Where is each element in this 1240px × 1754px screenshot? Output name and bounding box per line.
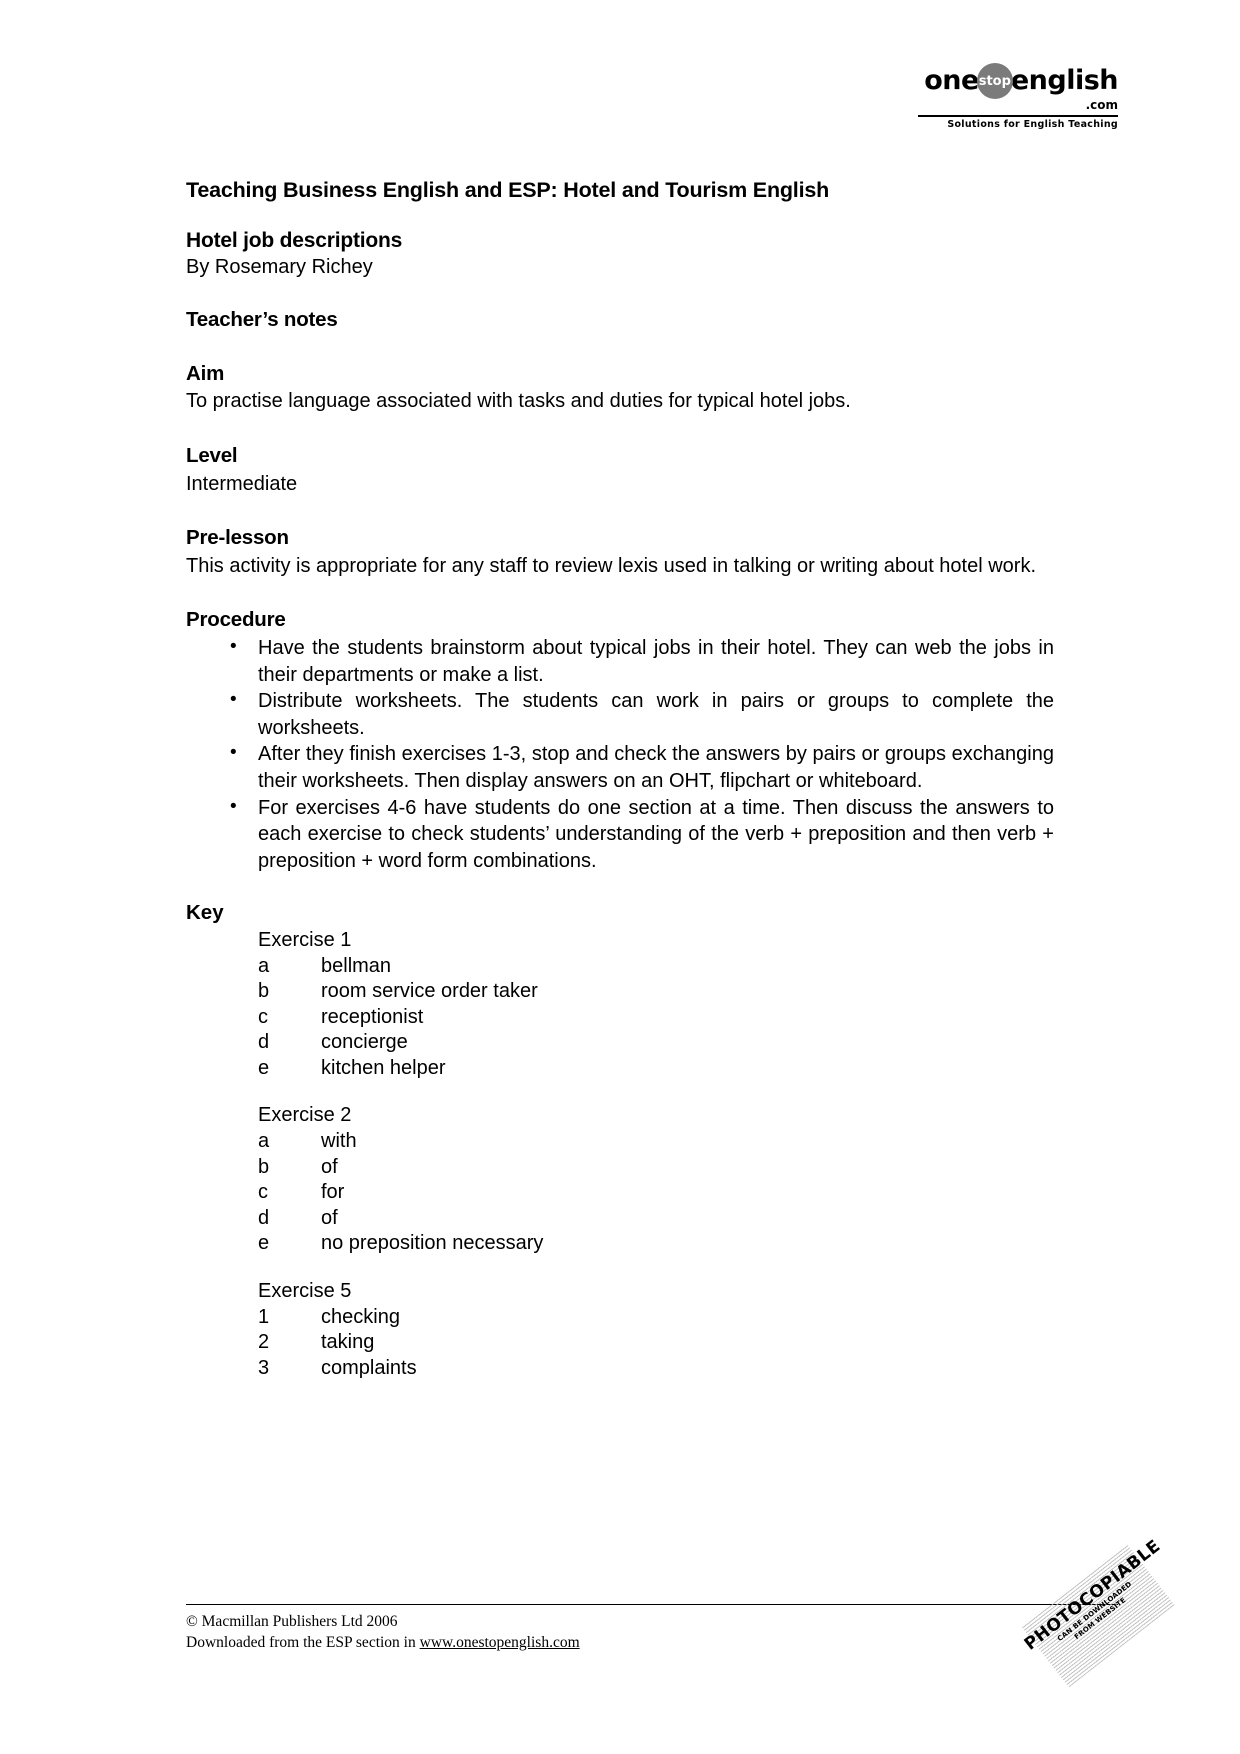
answer-text: checking (321, 1305, 400, 1328)
teachers-notes-heading: Teacher’s notes (186, 308, 338, 332)
aim-heading: Aim (186, 361, 225, 385)
aim-text: To practise language associated with tas… (186, 390, 851, 413)
answer-row: c for (258, 1180, 1054, 1206)
answer-label: e (258, 1232, 270, 1255)
logo-wordmark: one stop english (918, 62, 1119, 99)
key-heading: Key (186, 901, 224, 925)
answer-text: room service order taker (321, 980, 538, 1003)
list-item: Distribute worksheets. The students can … (186, 687, 1054, 741)
answer-text: kitchen helper (321, 1056, 446, 1079)
list-item: After they finish exercises 1-3, stop an… (186, 740, 1054, 794)
answer-row: 3 complaints (258, 1356, 1054, 1382)
answer-label: e (258, 1056, 270, 1079)
answer-row: d concierge (258, 1030, 1054, 1056)
answer-text: receptionist (321, 1005, 424, 1028)
answer-row: d of (258, 1206, 1054, 1232)
document-page: one stop english .com Solutions for Engl… (0, 0, 1240, 1754)
answer-row: e no preposition necessary (258, 1231, 1054, 1257)
answer-row: b room service order taker (258, 979, 1054, 1005)
procedure-list: Have the students brainstorm about typic… (186, 634, 1054, 875)
logo-divider (918, 115, 1118, 117)
answer-row: 1 checking (258, 1305, 1054, 1331)
exercise-title: Exercise 2 (258, 1104, 352, 1127)
answer-label: 3 (258, 1356, 270, 1379)
key-answers: Exercise 1 a bellman b room service orde… (186, 928, 1054, 1382)
answer-label: c (258, 1181, 268, 1204)
answer-text: concierge (321, 1031, 408, 1054)
answer-label: b (258, 980, 270, 1003)
key-section: Key Exercise 1 a bellman b room service … (186, 900, 1054, 1381)
exercise-title: Exercise 5 (258, 1280, 352, 1303)
answer-label: a (258, 954, 270, 977)
answer-label: 2 (258, 1331, 270, 1354)
logo-dotcom: .com (1085, 98, 1118, 112)
answer-text: bellman (321, 954, 392, 977)
answer-label: d (258, 1206, 270, 1229)
answer-text: no preposition necessary (321, 1232, 544, 1255)
exercise-group: Exercise 2 a with b of c for d of e no p… (258, 1103, 1054, 1257)
answer-text: of (321, 1155, 338, 1178)
answer-row: a with (258, 1129, 1054, 1155)
exercise-group: Exercise 5 1 checking 2 taking 3 complai… (258, 1279, 1054, 1381)
answer-label: c (258, 1005, 268, 1028)
answer-row: e kitchen helper (258, 1056, 1054, 1082)
download-source-text: Downloaded from the ESP section in www.o… (186, 1633, 1118, 1654)
logo-word-english: english (1010, 64, 1119, 96)
logo-stop-badge: stop (976, 63, 1013, 99)
exercise-title: Exercise 1 (258, 928, 352, 951)
answer-text: of (321, 1206, 338, 1229)
procedure-heading: Procedure (186, 608, 286, 632)
footer-divider (186, 1604, 1118, 1606)
answer-row: c receptionist (258, 1005, 1054, 1031)
page-title: Teaching Business English and ESP: Hotel… (186, 178, 830, 202)
pre-lesson-text: This activity is appropriate for any sta… (186, 554, 1037, 577)
answer-row: 2 taking (258, 1330, 1054, 1356)
answer-label: 1 (258, 1305, 270, 1328)
onestopenglish-logo: one stop english .com Solutions for Engl… (918, 62, 1119, 130)
download-source-prefix: Downloaded from the ESP section in (186, 1634, 420, 1652)
answer-label: d (258, 1031, 270, 1054)
pre-lesson-heading: Pre-lesson (186, 526, 289, 550)
level-heading: Level (186, 443, 238, 467)
answer-text: for (321, 1181, 345, 1204)
answer-text: with (321, 1130, 357, 1153)
level-text: Intermediate (186, 472, 298, 495)
logo-tagline: Solutions for English Teaching (947, 119, 1118, 130)
copyright-text: © Macmillan Publishers Ltd 2006 (186, 1613, 398, 1631)
document-content: Teaching Business English and ESP: Hotel… (186, 178, 1054, 1381)
answer-text: taking (321, 1331, 375, 1354)
list-item: For exercises 4-6 have students do one s… (186, 794, 1054, 875)
lesson-title: Hotel job descriptions (186, 228, 403, 252)
answer-text: complaints (321, 1356, 417, 1379)
onestopenglish-url-link[interactable]: www.onestopenglish.com (420, 1634, 580, 1651)
page-footer: © Macmillan Publishers Ltd 2006 Download… (186, 1604, 1118, 1654)
lesson-author: By Rosemary Richey (186, 256, 373, 279)
list-item: Have the students brainstorm about typic… (186, 634, 1054, 688)
answer-label: a (258, 1130, 270, 1153)
answer-row: b of (258, 1155, 1054, 1181)
exercise-group: Exercise 1 a bellman b room service orde… (258, 928, 1054, 1082)
logo-word-one: one (924, 64, 979, 96)
answer-label: b (258, 1155, 270, 1178)
answer-row: a bellman (258, 954, 1054, 980)
